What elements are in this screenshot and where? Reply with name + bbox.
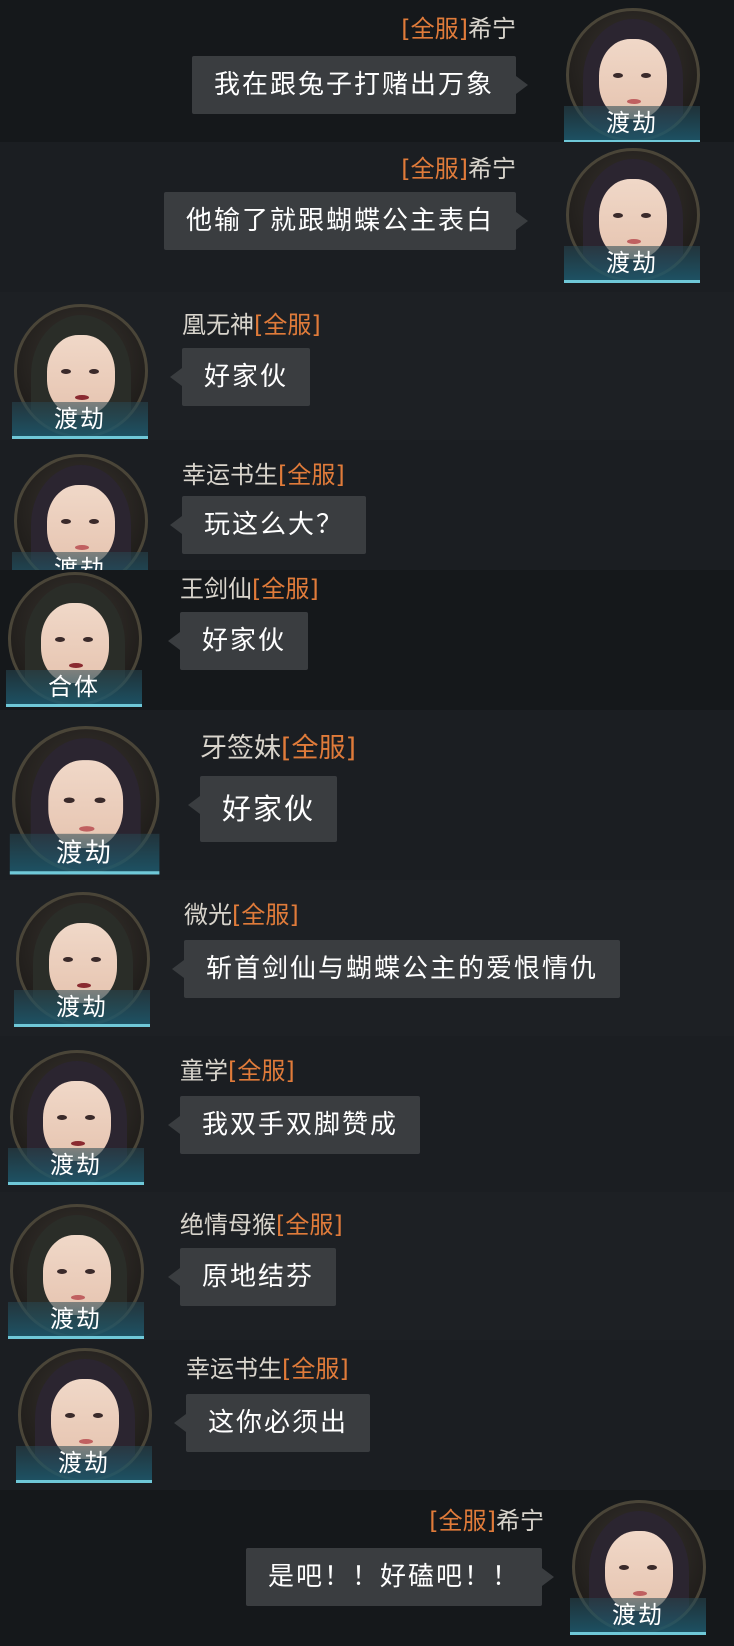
avatar[interactable]: 渡劫 xyxy=(12,304,148,439)
avatar[interactable]: 渡劫 xyxy=(564,148,700,283)
sender-name[interactable]: 绝情母猴[全服] xyxy=(180,1210,343,1240)
channel-tag: [全服] xyxy=(401,15,468,43)
chat-message: 渡劫 绝情母猴[全服] 原地结芬 xyxy=(0,1192,734,1340)
message-bubble[interactable]: 玩这么大？ xyxy=(169,496,367,554)
rank-badge: 渡劫 xyxy=(12,552,148,570)
channel-tag: [全服] xyxy=(282,1355,349,1383)
sender-name[interactable]: 微光[全服] xyxy=(184,900,299,930)
channel-tag: [全服] xyxy=(252,575,319,603)
sender-label: 幸运书生 xyxy=(182,461,278,489)
channel-tag: [全服] xyxy=(429,1507,496,1535)
message-bubble[interactable]: 斩首剑仙与蝴蝶公主的爱恨情仇 xyxy=(171,940,621,998)
channel-tag: [全服] xyxy=(281,733,357,764)
avatar[interactable]: 渡劫 xyxy=(564,8,700,142)
message-bubble[interactable]: 好家伙 xyxy=(169,348,311,406)
message-bubble[interactable]: 这你必须出 xyxy=(173,1394,371,1452)
sender-name[interactable]: [全服]希宁 xyxy=(401,154,516,184)
avatar[interactable]: 合体 xyxy=(6,572,142,707)
rank-badge: 渡劫 xyxy=(16,1446,152,1483)
sender-label: 王剑仙 xyxy=(180,575,252,603)
sender-label: 微光 xyxy=(184,901,232,929)
rank-badge: 渡劫 xyxy=(570,1598,706,1635)
avatar[interactable]: 渡劫 xyxy=(570,1500,706,1635)
rank-badge: 渡劫 xyxy=(564,106,700,142)
avatar[interactable]: 渡劫 xyxy=(9,726,160,875)
chat-message: 渡劫 幸运书生[全服] 玩这么大？ xyxy=(0,440,734,570)
chat-list: [全服]希宁 我在跟兔子打赌出万象 渡劫 [全服]希宁 他输了就跟蝴蝶公主表白 … xyxy=(0,0,734,1646)
message-bubble[interactable]: 我双手双脚赞成 xyxy=(167,1096,421,1154)
sender-name[interactable]: 幸运书生[全服] xyxy=(186,1354,349,1384)
chat-message: [全服]希宁 他输了就跟蝴蝶公主表白 渡劫 xyxy=(0,142,734,292)
message-bubble[interactable]: 是吧！！好磕吧！！ xyxy=(245,1548,555,1606)
rank-badge: 渡劫 xyxy=(9,833,160,875)
chat-message: 渡劫 幸运书生[全服] 这你必须出 xyxy=(0,1340,734,1490)
sender-name[interactable]: 幸运书生[全服] xyxy=(182,460,345,490)
sender-name[interactable]: 王剑仙[全服] xyxy=(180,574,319,604)
avatar[interactable]: 渡劫 xyxy=(14,892,150,1027)
chat-message: 合体 王剑仙[全服] 好家伙 xyxy=(0,570,734,710)
sender-name[interactable]: [全服]希宁 xyxy=(401,14,516,44)
sender-name[interactable]: 牙签妹[全服] xyxy=(200,734,356,764)
sender-label: 幸运书生 xyxy=(186,1355,282,1383)
avatar[interactable]: 渡劫 xyxy=(16,1348,152,1483)
rank-badge: 渡劫 xyxy=(12,402,148,439)
message-bubble[interactable]: 我在跟兔子打赌出万象 xyxy=(191,56,529,114)
chat-message: 渡劫 童学[全服] 我双手双脚赞成 xyxy=(0,1036,734,1192)
chat-message: 渡劫 凰无神[全服] 好家伙 xyxy=(0,292,734,440)
message-bubble[interactable]: 原地结芬 xyxy=(167,1248,337,1306)
chat-message: 渡劫 微光[全服] 斩首剑仙与蝴蝶公主的爱恨情仇 xyxy=(0,880,734,1036)
message-bubble[interactable]: 他输了就跟蝴蝶公主表白 xyxy=(163,192,529,250)
sender-label: 童学 xyxy=(180,1057,228,1085)
sender-label: 牙签妹 xyxy=(200,733,281,764)
sender-label: 希宁 xyxy=(468,155,516,183)
avatar[interactable]: 渡劫 xyxy=(12,454,148,570)
chat-message: 渡劫 牙签妹[全服] 好家伙 xyxy=(0,710,734,880)
sender-name[interactable]: 童学[全服] xyxy=(180,1056,295,1086)
sender-label: 希宁 xyxy=(496,1507,544,1535)
rank-badge: 渡劫 xyxy=(564,246,700,283)
rank-badge: 渡劫 xyxy=(14,990,150,1027)
sender-label: 凰无神 xyxy=(182,311,254,339)
channel-tag: [全服] xyxy=(228,1057,295,1085)
sender-label: 希宁 xyxy=(468,15,516,43)
channel-tag: [全服] xyxy=(278,461,345,489)
channel-tag: [全服] xyxy=(254,311,321,339)
channel-tag: [全服] xyxy=(232,901,299,929)
rank-badge: 渡劫 xyxy=(8,1148,144,1185)
channel-tag: [全服] xyxy=(276,1211,343,1239)
avatar[interactable]: 渡劫 xyxy=(8,1050,144,1185)
message-bubble[interactable]: 好家伙 xyxy=(187,776,338,842)
sender-name[interactable]: [全服]希宁 xyxy=(429,1506,544,1536)
channel-tag: [全服] xyxy=(401,155,468,183)
message-bubble[interactable]: 好家伙 xyxy=(167,612,309,670)
rank-badge: 渡劫 xyxy=(8,1302,144,1339)
chat-message: [全服]希宁 是吧！！好磕吧！！ 渡劫 xyxy=(0,1490,734,1646)
rank-badge: 合体 xyxy=(6,670,142,707)
sender-label: 绝情母猴 xyxy=(180,1211,276,1239)
avatar[interactable]: 渡劫 xyxy=(8,1204,144,1339)
sender-name[interactable]: 凰无神[全服] xyxy=(182,310,321,340)
chat-message: [全服]希宁 我在跟兔子打赌出万象 渡劫 xyxy=(0,0,734,142)
